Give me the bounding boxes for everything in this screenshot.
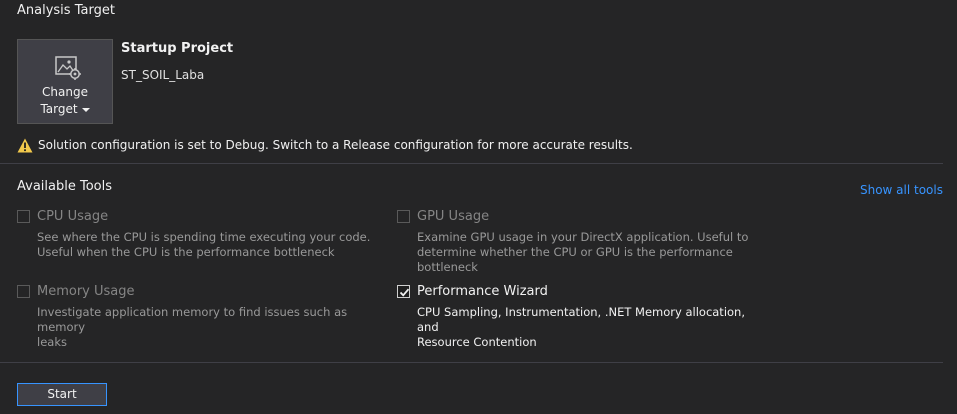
performance-wizard-description: CPU Sampling, Instrumentation, .NET Memo… — [417, 305, 745, 349]
analysis-target-title: Analysis Target — [17, 3, 115, 18]
cpu-usage-label[interactable]: CPU Usage — [37, 209, 108, 224]
gpu-usage-label[interactable]: GPU Usage — [417, 209, 489, 224]
startup-project-label: Startup Project — [121, 41, 234, 56]
cpu-usage-description: See where the CPU is spending time execu… — [37, 230, 371, 259]
show-all-tools-link[interactable]: Show all tools — [860, 183, 943, 197]
memory-usage-description: Investigate application memory to find i… — [37, 305, 348, 349]
dropdown-caret-icon — [81, 107, 90, 112]
debug-warning-text: Solution configuration is set to Debug. … — [38, 138, 633, 152]
divider — [0, 163, 943, 164]
gpu-usage-description: Examine GPU usage in your DirectX applic… — [417, 230, 749, 274]
warning-icon — [17, 138, 33, 153]
memory-usage-checkbox[interactable] — [17, 285, 30, 298]
change-target-label-line1: Change — [42, 85, 88, 99]
cpu-usage-checkbox[interactable] — [17, 210, 30, 223]
memory-usage-label[interactable]: Memory Usage — [37, 284, 135, 299]
change-target-button[interactable]: Change Target — [17, 39, 113, 124]
gpu-usage-checkbox[interactable] — [397, 210, 410, 223]
available-tools-title: Available Tools — [17, 179, 112, 194]
performance-wizard-label[interactable]: Performance Wizard — [417, 284, 548, 299]
start-button[interactable]: Start — [17, 383, 107, 406]
project-name: ST_SOIL_Laba — [121, 68, 205, 82]
performance-wizard-checkbox[interactable] — [397, 285, 410, 298]
change-target-label-line2: Target — [40, 102, 78, 116]
divider — [0, 362, 943, 363]
change-target-icon — [53, 54, 83, 82]
checkmark-icon — [399, 288, 410, 297]
